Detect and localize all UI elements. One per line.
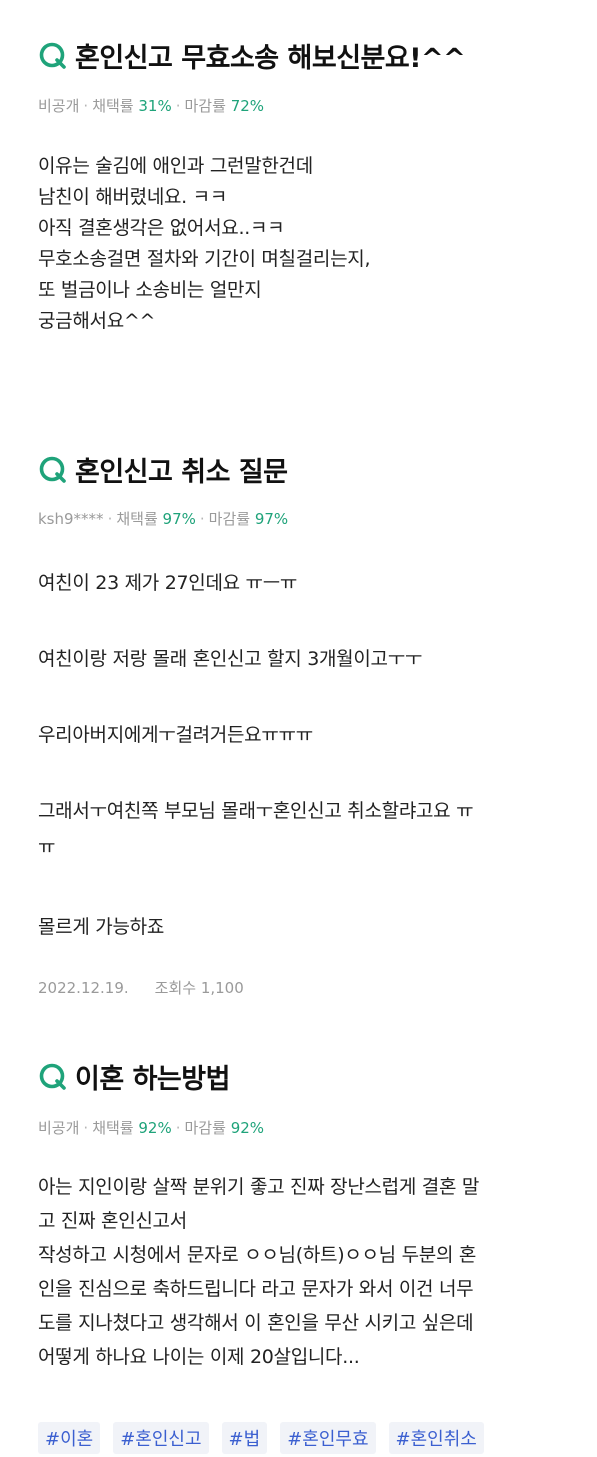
tag-link[interactable]: #혼인취소 [388,1422,484,1454]
post-meta: ksh9**** · 채택률 97% · 마감률 97% [38,510,289,528]
question-q-icon [39,42,66,69]
question-post-1[interactable]: 혼인신고 무효소송 해보신분요!^^ 비공개 · 채택률 31% · 마감률 72% 이… [0,0,597,412]
tag-link[interactable]: #법 [221,1422,268,1454]
question-post-3[interactable]: 이혼 하는방법 비공개 · 채택률 92% · 마감률 92% 아는 지인이랑 살짝 분… [0,1022,597,1457]
body-paragraph: ㅠ [38,836,56,858]
body-line: 작성하고 시청에서 문자로 ㅇㅇ님(하트)ㅇㅇ님 두분의 혼 [38,1244,477,1266]
tag-link[interactable]: #혼인무효 [280,1422,376,1454]
adopt-rate: 97% [162,510,196,528]
body-line: 도를 지나쳤다고 생각해서 이 혼인을 무산 시키고 싶은데 [38,1312,474,1334]
close-rate: 97% [254,510,289,528]
author-name: 비공개 [38,1119,80,1137]
close-label: 마감률 [184,1119,226,1137]
post-title-row[interactable]: 혼인신고 취소 질문 [38,450,288,489]
post-title-row[interactable]: 혼인신고 무효소송 해보신분요!^^ [38,36,466,75]
post-title[interactable]: 이혼 하는방법 [75,1057,230,1096]
close-rate: 92% [230,1119,265,1137]
post-body: 이유는 술김에 애인과 그런말한건데 남친이 해버렸네요. ㅋㅋ 아직 결혼생각… [38,151,371,337]
body-paragraph: 우리아버지에게ㅜ걸려거든요ㅠㅠㅠ [38,724,313,746]
close-label: 마감률 [208,510,251,528]
author-name: ksh9**** [38,510,104,528]
adopt-label: 채택률 [92,97,134,115]
adopt-label: 채택률 [92,1119,134,1137]
adopt-rate: 31% [138,97,172,115]
tag-link[interactable]: #혼인신고 [113,1422,209,1454]
body-paragraph: 여친이랑 저랑 몰래 혼인신고 할지 3개월이고ㅜㅜ [38,648,423,670]
question-post-2[interactable]: 혼인신고 취소 질문 ksh9**** · 채택률 97% · 마감률 97% 여친이 … [0,412,597,1022]
body-line: 아는 지인이랑 살짝 분위기 좋고 진짜 장난스럽게 결혼 말 [38,1176,480,1198]
adopt-label: 채택률 [116,510,158,528]
post-title[interactable]: 혼인신고 무효소송 해보신분요!^^ [75,36,466,75]
tag-list: #이혼 #혼인신고 #법 #혼인무효 #혼인취소 [38,1422,497,1454]
author-name: 비공개 [38,97,80,115]
view-count: 조회수 1,100 [154,979,244,997]
close-label: 마감률 [184,97,226,115]
post-body: 아는 지인이랑 살짝 분위기 좋고 진짜 장난스럽게 결혼 말 고 진짜 혼인신… [38,1170,479,1374]
post-date-row: 2022.12.19. 조회수 1,100 [38,977,244,998]
body-line: 아직 결혼생각은 없어서요..ㅋㅋ [38,217,285,239]
post-date: 2022.12.19. [38,979,129,997]
post-meta: 비공개 · 채택률 31% · 마감률 72% [38,97,265,115]
body-paragraph: 그래서ㅜ여친쪽 부모님 몰래ㅜ혼인신고 취소할랴고요 ㅠ [38,800,474,822]
question-q-icon [39,456,66,483]
close-rate: 72% [230,97,265,115]
question-q-icon [39,1063,66,1090]
post-title[interactable]: 혼인신고 취소 질문 [75,450,288,489]
post-title-row[interactable]: 이혼 하는방법 [38,1057,230,1096]
adopt-rate: 92% [138,1119,172,1137]
tag-link[interactable]: #이혼 [38,1422,101,1454]
body-line: 궁금해서요^^ [38,310,156,332]
body-line: 어떻게 하나요 나이는 이제 20살입니다... [38,1346,360,1368]
body-line: 남친이 해버렸네요. ㅋㅋ [38,186,228,208]
body-line: 또 벌금이나 소송비는 얼만지 [38,279,262,301]
body-paragraph: 여친이 23 제가 27인데요 ㅠㅡㅠ [38,572,298,594]
body-line: 인을 진심으로 축하드립니다 라고 문자가 와서 이건 너무 [38,1278,474,1300]
body-line: 무호소송걸면 절차와 기간이 며칠걸리는지, [38,248,371,270]
body-paragraph: 몰르게 가능하죠 [38,916,165,938]
body-line: 고 진짜 혼인신고서 [38,1210,187,1232]
post-meta: 비공개 · 채택률 92% · 마감률 92% [38,1119,265,1137]
body-line: 이유는 술김에 애인과 그런말한건데 [38,155,313,177]
